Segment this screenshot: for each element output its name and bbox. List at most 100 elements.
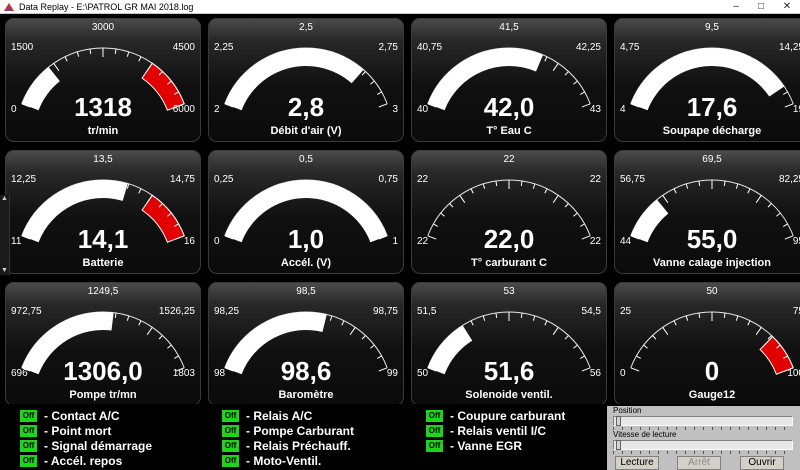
gauge-minor-tick	[735, 315, 739, 321]
indicator-state-badge: Off	[426, 424, 443, 437]
status-panel: Off - Contact A/C Off - Point mort Off - Sign…	[0, 404, 800, 470]
gauge-tick-label: 22	[589, 174, 601, 185]
speed-slider[interactable]	[613, 440, 793, 450]
gauge-minor-tick	[735, 183, 739, 189]
gauge-minor-tick	[126, 51, 130, 57]
indicator-label: - Relais ventil I/C	[450, 423, 547, 438]
collapse-down-icon[interactable]: ▼	[1, 267, 8, 275]
indicator-label: - Pompe Carburant	[246, 423, 355, 438]
speed-slider-thumb[interactable]	[616, 440, 621, 450]
playback-controls: Position Vitesse de lecture Lecture Arrê…	[607, 406, 800, 470]
gauge-tick-label: 98,5	[296, 286, 316, 297]
gauge-dial	[427, 179, 591, 240]
indicator-state-badge: Off	[20, 454, 37, 467]
indicator-item: Off - Relais A/C	[222, 408, 312, 423]
gauge-tick-label: 98,75	[372, 306, 398, 317]
gauge-injection-timing: 4456,7569,582,259555,0Vanne calage injec…	[614, 150, 800, 274]
gauge-tick-label: 1526,25	[158, 306, 195, 317]
gauge-tick-label: 9,5	[705, 22, 719, 33]
gauge-minor-tick	[544, 56, 548, 62]
position-slider[interactable]	[613, 416, 793, 426]
gauge-minor-tick	[470, 188, 474, 194]
gauge-grid: 0 1500 3000 4500 6000 1318 tr/min 2 2,25 2,5 2,75 3…	[0, 14, 800, 406]
gauge-minor-tick	[520, 312, 523, 319]
close-button[interactable]: ✕	[774, 0, 800, 13]
gauge-minor-tick	[544, 188, 548, 194]
gauge-minor-tick	[138, 56, 142, 62]
gauge-label: Solenoide ventil.	[465, 389, 553, 401]
gauge-tick-label: 1500	[11, 42, 34, 53]
gauge-minor-tick	[495, 180, 498, 187]
gauge-major-tick	[755, 327, 762, 336]
gauge-value: 55,0	[686, 224, 738, 254]
indicator-state-badge: Off	[426, 409, 443, 422]
gauge-tick-label: 22	[417, 174, 429, 185]
gauge-dial	[21, 47, 185, 111]
gauge-tick-label: 14,75	[169, 174, 195, 185]
indicator-item: Off - Accél. repos	[20, 453, 122, 468]
gauge-label: tr/min	[87, 125, 119, 137]
indicator-label: - Coupure carburant	[450, 408, 566, 423]
gauge-tick-label: 972,75	[11, 306, 42, 317]
gauge-value: 0	[704, 356, 720, 386]
gauge-tick-label: 25	[620, 306, 632, 317]
stop-button[interactable]: Arrêt	[677, 456, 721, 470]
open-button[interactable]: Ouvrir	[740, 456, 784, 470]
gauge-dial	[427, 47, 591, 111]
gauge-minor-tick	[341, 320, 345, 326]
play-button[interactable]: Lecture	[615, 456, 659, 470]
gauge-tick-label: 75	[792, 306, 800, 317]
gauge-major-tick	[552, 63, 559, 72]
gauge-minor-tick	[138, 188, 142, 194]
indicator-label: - Vanne EGR	[450, 438, 523, 453]
gauge-tick-label: 4,75	[620, 42, 640, 53]
gauge-minor-tick	[564, 335, 569, 340]
gauge-minor-tick	[138, 320, 142, 326]
gauge-tick-label: 12,25	[11, 174, 37, 185]
gauge-tick-label: 82,25	[778, 174, 800, 185]
panel-resize-handle[interactable]: ▲ ▼	[0, 195, 10, 275]
gauge-tick-label: 0,25	[214, 174, 234, 185]
gauge-minor-tick	[776, 212, 781, 217]
position-slider-thumb[interactable]	[616, 416, 621, 426]
gauge-water-temp: 40 40,75 41,5 42,25 43 42,0 T° Eau C	[411, 18, 607, 142]
gauge-wastegate: 44,759,514,251917,6Soupape décharge	[614, 18, 800, 142]
gauge-label: T° Eau C	[486, 125, 532, 137]
gauge-minor-tick	[520, 180, 523, 187]
speed-slider-ticks	[613, 451, 793, 454]
gauge-major-tick	[146, 327, 153, 336]
gauge-tick-label: 40,75	[417, 42, 443, 53]
gauge-dial	[224, 311, 388, 375]
indicator-state-badge: Off	[426, 439, 443, 452]
gauge-minor-tick	[673, 320, 677, 326]
gauge-value: 42,0	[483, 92, 535, 122]
gauge-major-tick	[755, 195, 762, 204]
gauge-minor-tick	[747, 320, 751, 326]
gauge-minor-tick	[482, 183, 486, 189]
gauge-minor-tick	[652, 335, 657, 340]
gauge-minor-tick	[361, 71, 366, 76]
maximize-button[interactable]: □	[749, 0, 773, 13]
indicator-label: - Signal démarrage	[44, 438, 153, 453]
indicator-state-badge: Off	[222, 424, 239, 437]
indicator-label: - Accél. repos	[44, 453, 123, 468]
gauge-minor-tick	[361, 335, 366, 340]
gauge-minor-tick	[564, 71, 569, 76]
gauge-minor-tick	[482, 315, 486, 321]
gauge-dial	[224, 179, 388, 243]
gauge-minor-tick	[532, 315, 536, 321]
indicator-label: - Relais Préchauff.	[246, 438, 351, 453]
minimize-button[interactable]: –	[724, 0, 748, 13]
gauge-minor-tick	[495, 312, 498, 319]
collapse-up-icon[interactable]: ▲	[1, 195, 8, 203]
gauge-major-tick	[552, 327, 559, 336]
gauge-label: Accél. (V)	[280, 257, 332, 269]
gauge-tick-label: 2,5	[299, 22, 313, 33]
gauge-rpm: 0 1500 3000 4500 6000 1318 tr/min	[5, 18, 201, 142]
gauge-tick-label: 53	[503, 286, 515, 297]
gauge-tick-label: 41,5	[499, 22, 519, 33]
gauge-minor-tick	[470, 320, 474, 326]
gauge-minor-tick	[544, 320, 548, 326]
gauge-tick-label: 0,5	[299, 154, 313, 165]
gauge-value: 14,1	[77, 224, 129, 254]
